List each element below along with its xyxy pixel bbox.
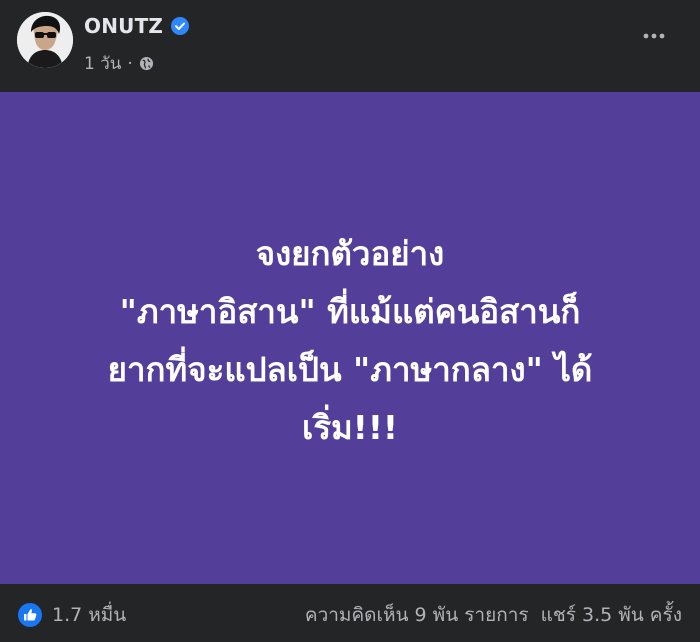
- globe-icon: [139, 56, 153, 71]
- comments-count-link[interactable]: ความคิดเห็น 9 พัน รายการ: [305, 600, 529, 630]
- post-timestamp[interactable]: 1 วัน: [84, 50, 121, 77]
- reaction-count: 1.7 หมื่น: [52, 604, 127, 626]
- more-options-button[interactable]: [640, 22, 668, 50]
- avatar[interactable]: [17, 12, 73, 68]
- post-meta: 1 วัน ·: [84, 50, 154, 77]
- more-dots-icon: [643, 33, 665, 39]
- like-icon: [18, 603, 42, 627]
- verified-badge-icon: [171, 17, 190, 35]
- post-header: ONUTZ 1 วัน ·: [0, 0, 700, 92]
- meta-separator: ·: [127, 53, 133, 74]
- post-text-card: จงยกตัวอย่าง "ภาษาอิสาน" ที่แม้แต่คนอิสา…: [0, 92, 700, 584]
- author-row: ONUTZ: [84, 14, 190, 38]
- post-text-line-1: จงยกตัวอย่าง: [255, 234, 445, 273]
- post-text-line-2: "ภาษาอิสาน" ที่แม้แต่คนอิสานก็: [119, 292, 581, 331]
- avatar-image: [17, 12, 73, 68]
- post-text-line-4: เริ่ม!!!: [302, 408, 398, 447]
- engagement-stats: ความคิดเห็น 9 พัน รายการ แชร์ 3.5 พัน คร…: [305, 600, 682, 630]
- post-text: จงยกตัวอย่าง "ภาษาอิสาน" ที่แม้แต่คนอิสา…: [108, 225, 593, 457]
- post-footer: 1.7 หมื่น ความคิดเห็น 9 พัน รายการ แชร์ …: [0, 584, 700, 642]
- post-text-line-3: ยากที่จะแปลเป็น "ภาษากลาง" ได้: [107, 350, 593, 389]
- shares-count-link[interactable]: แชร์ 3.5 พัน ครั้ง: [541, 600, 682, 630]
- reactions-summary[interactable]: 1.7 หมื่น: [18, 600, 126, 630]
- author-name[interactable]: ONUTZ: [84, 14, 163, 38]
